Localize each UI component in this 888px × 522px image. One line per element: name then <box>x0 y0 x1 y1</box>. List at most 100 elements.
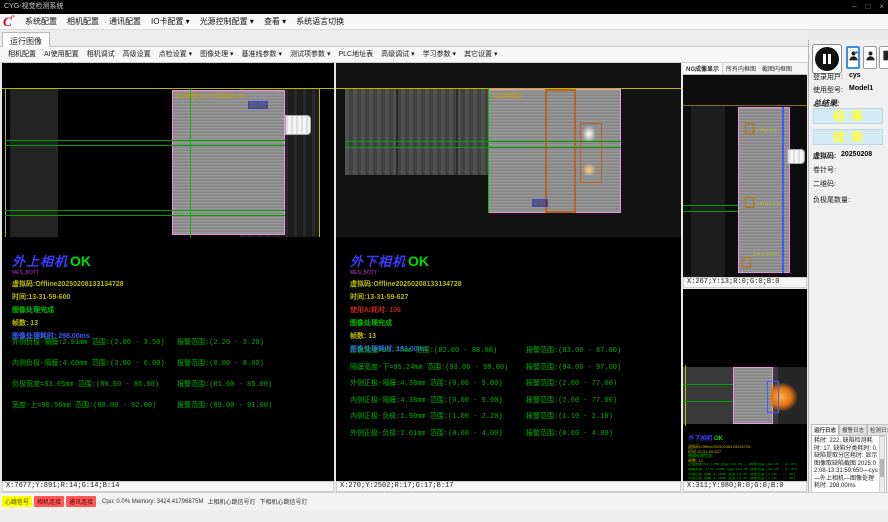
image-band <box>456 89 458 175</box>
model-value: Model1 <box>849 85 873 92</box>
log-tab-2[interactable]: 报警日志 <box>839 424 867 435</box>
toolbar-item-7[interactable]: 基准线参数 ▾ <box>238 47 286 62</box>
toolbar-item-10[interactable]: 高级调试 ▾ <box>377 47 418 62</box>
measurement-value: 内侧负极-隔膜:4.60mm 范围:(3.00 - 6.00) <box>12 358 177 379</box>
tab-run-image[interactable]: 运行图像 <box>2 32 50 47</box>
operator-login-button[interactable] <box>846 46 860 69</box>
preview-panel-ng: NG成像显示所有内框图截图内框图 4.38 (0-9.0) 1.90 (1.0-… <box>683 63 807 277</box>
toolbar-item-6[interactable]: 图像处理 ▾ <box>196 47 237 62</box>
result-ok-text: OK <box>70 253 91 269</box>
camera-image-lower-outer[interactable]: AI启用阈值 2.61 <box>336 63 681 237</box>
toolbar-item-11[interactable]: 学习参数 ▾ <box>419 47 460 62</box>
exit-button[interactable] <box>879 46 888 69</box>
model-label: 使用型号: <box>813 85 843 95</box>
user-button[interactable] <box>863 46 877 69</box>
green-measure-line <box>683 211 738 212</box>
exit-door-icon <box>882 49 888 67</box>
time-line: 时间:13-31-59-600 <box>12 292 330 302</box>
minimize-button[interactable]: – <box>852 0 856 14</box>
alarm-range: 报警范围:(2.00 - 77.00) <box>526 395 617 412</box>
close-button[interactable]: × <box>879 0 884 14</box>
pin-number-label: 卷针号: <box>813 165 836 175</box>
preview-tab-2[interactable]: 所有内框图 <box>723 63 759 74</box>
toolbar-item-4[interactable]: 高级设置 <box>119 47 155 62</box>
coord-bar-preview-ng: X:267;Y:13;R:0;G:0;B:0 <box>683 277 807 288</box>
menu-items: 系统配置相机配置通讯配置IO卡配置 ▾光源控制配置 ▾查看 ▾系统语言切换 <box>20 14 349 29</box>
preview-tab-3[interactable]: 截图内框图 <box>759 63 795 74</box>
threshold-overlay-text: AI启用阈值 <box>492 91 522 100</box>
menu-item-1[interactable]: 系统配置 <box>20 14 62 29</box>
defect-box <box>745 123 754 134</box>
toolbar-item-1[interactable]: 相机配置 <box>4 47 40 62</box>
menu-item-4[interactable]: IO卡配置 ▾ <box>146 14 195 29</box>
defect-annotation: 4.38 (0-9.0) <box>756 127 777 132</box>
glint-highlight <box>582 163 596 177</box>
green-measure-line <box>5 145 285 146</box>
log-tab-1[interactable]: 运行日志 <box>811 424 839 435</box>
preview-tab-1[interactable]: NG成像显示 <box>683 63 723 74</box>
lower-camera-heartbeat-label: 下相机心跳信号灯 <box>259 497 307 506</box>
pause-button[interactable] <box>812 44 842 74</box>
defect-annotation: 1.90 (1.0-2.2) <box>756 201 780 206</box>
toolbar-item-5[interactable]: 点检设置 ▾ <box>155 47 196 62</box>
menu-item-3[interactable]: 通讯配置 <box>104 14 146 29</box>
menu-item-5[interactable]: 光源控制配置 ▾ <box>195 14 259 29</box>
user-icon <box>865 49 876 67</box>
menu-bar: Ƈ 系统配置相机配置通讯配置IO卡配置 ▾光源控制配置 ▾查看 ▾系统语言切换 <box>0 14 888 30</box>
coord-bar-preview-lower: X:311;Y:980;R:0;G:0;B:0 <box>683 481 807 492</box>
maximize-button[interactable]: □ <box>865 0 870 14</box>
result-block-upper: 外上相机OK MES_BOTT 虚拟码:Offline2025020813313… <box>12 251 330 341</box>
yellow-guide-line <box>2 88 334 89</box>
preview-image-lower[interactable] <box>683 289 807 427</box>
brand-logo-icon: Ƈ <box>3 15 17 28</box>
lower-measure-row-6: 外侧正极-负极:2.61mm 范围:(0.60 - 4.00)报警范围:(0.6… <box>350 428 679 445</box>
tab-connector <box>285 115 311 135</box>
measurement-value: 内侧正极-隔膜:4.38mm 范围:(0.00 - 9.00) <box>350 395 526 412</box>
coord-bar-upper: X:7677;Y:891;R:14;G:14;B:14 <box>2 481 334 492</box>
log-tab-3[interactable]: 检测日志 <box>867 424 888 435</box>
menu-item-6[interactable]: 查看 ▾ <box>259 14 291 29</box>
blue-edge-line <box>782 107 784 273</box>
menu-item-2[interactable]: 相机配置 <box>62 14 104 29</box>
image-band <box>691 106 725 277</box>
measurement-value: 负极宽度=83.05mm 范围:(80.00 - 86.00) <box>12 379 177 400</box>
barcode-label: 虚拟码: <box>813 151 836 161</box>
toolbar-item-12[interactable]: 其它设置 ▾ <box>460 47 501 62</box>
barcode-line: 虚拟码:Offline20250208133134728 <box>350 279 677 289</box>
toolbar-item-8[interactable]: 测试项参数 ▾ <box>286 47 334 62</box>
camera-panel-upper-outer: 手动阈值:93, 砂浆阈值:100 R1.88 外上相机OK MES_BOTT … <box>2 63 334 481</box>
green-measure-line <box>5 210 285 211</box>
alarm-range: 报警范围:(2.00 - 77.00) <box>526 378 617 395</box>
measurement-value: 内侧正极-负极:1.90mm 范围:(1.00 - 2.20) <box>350 411 526 428</box>
window-footer <box>0 510 888 522</box>
user-badge-icon <box>848 49 859 67</box>
alarm-range: 报警范围:(81.00 - 85.00) <box>177 379 272 400</box>
defect-box <box>745 197 754 208</box>
menu-item-7[interactable]: 系统语言切换 <box>291 14 349 29</box>
frame-line: 帧数: 13 <box>12 318 330 328</box>
green-measure-line <box>5 140 285 141</box>
status-badge-3: 通讯连接 <box>66 496 96 507</box>
defect-box <box>742 257 751 268</box>
lower-measure-row-2: 隔膜宽度-下=95.24mm 范围:(93.00 - 98.00)报警范围:(9… <box>350 362 679 379</box>
green-measure-line <box>5 215 285 216</box>
side-panel: 登录用户: cys 使用型号: Model1 总结果: 结果 结果 虚拟码: 2… <box>808 40 888 510</box>
toolbar-item-2[interactable]: AI使用配置 <box>40 47 83 62</box>
toolbar-item-9[interactable]: PLC地址表 <box>335 47 378 62</box>
qr-code-label: 二维码: <box>813 179 836 189</box>
tab-connector <box>787 149 805 164</box>
camera-title: 外上相机 <box>12 251 68 270</box>
camera-image-upper-outer[interactable]: 手动阈值:93, 砂浆阈值:100 R1.88 <box>2 63 334 237</box>
preview-image-ng[interactable]: 4.38 (0-9.0) 1.90 (1.0-2.2) 2.61 (0.6-4.… <box>683 75 807 277</box>
green-measure-line <box>683 205 738 206</box>
upper-camera-heartbeat-label: 上相机心跳信号灯 <box>207 497 255 506</box>
toolbar-item-3[interactable]: 相机调试 <box>83 47 119 62</box>
measurement-rows-lower: 正极宽度=83.77mm 范围:(82.00 - 88.00)报警范围:(83.… <box>350 345 679 444</box>
threshold-overlay-text: 手动阈值:93, 砂浆阈值:100 <box>174 91 245 100</box>
done-line: 图像处理完成 <box>350 318 677 328</box>
log-scrollbar-thumb[interactable] <box>880 459 884 477</box>
done-line: 图像处理完成 <box>12 305 330 315</box>
image-band <box>396 89 398 175</box>
measurement-value: 外侧正极-隔膜:4.38mm 范围:(0.00 - 9.00) <box>350 378 526 395</box>
upper-measure-row-4: 宽度-上=90.56mm 范围:(88.00 - 92.00)报警范围:(89.… <box>12 400 332 421</box>
